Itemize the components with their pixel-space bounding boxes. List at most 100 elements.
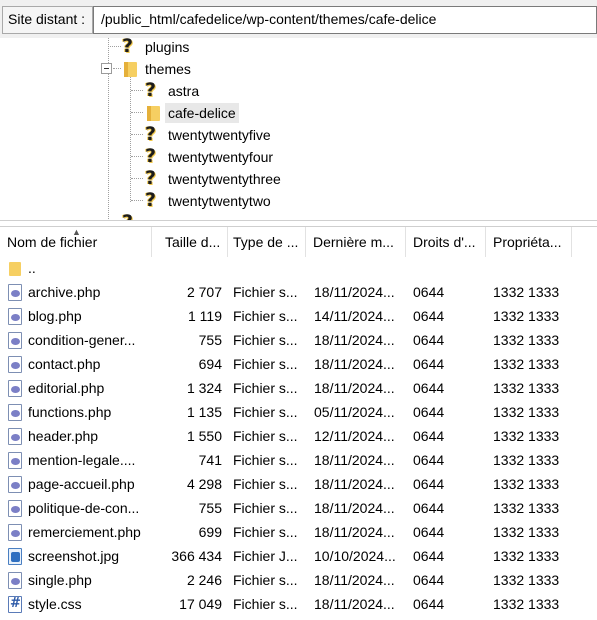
- file-permissions: 0644: [413, 404, 445, 420]
- remote-path-input[interactable]: /public_html/cafedelice/wp-content/theme…: [93, 6, 597, 34]
- file-permissions: 0644: [413, 572, 445, 588]
- tree-guide-line: [131, 200, 143, 201]
- column-header-size[interactable]: Taille d...: [158, 227, 228, 257]
- file-type: Fichier s...: [233, 428, 298, 444]
- file-owner: 1332 1333: [493, 452, 560, 468]
- file-row[interactable]: editorial.php 1 324 Fichier s... 18/11/2024…: [0, 376, 597, 400]
- column-header-label: Dernière m...: [313, 234, 394, 250]
- file-owner: 1332 1333: [493, 500, 560, 516]
- question-folder-icon: ?: [145, 79, 157, 101]
- remote-site-label: Site distant :: [2, 6, 93, 34]
- file-row[interactable]: contact.php 694 Fichier s... 18/11/2024... 0…: [0, 352, 597, 376]
- collapse-toggle-icon[interactable]: [101, 63, 112, 74]
- remote-site-bar: Site distant : /public_html/cafedelice/w…: [0, 0, 597, 38]
- column-header-modified[interactable]: Dernière m...: [306, 227, 406, 257]
- file-modified: 18/11/2024...: [314, 356, 395, 372]
- column-header-label: Droits d'...: [413, 234, 476, 250]
- tree-item-label: astra: [168, 83, 200, 99]
- file-name: blog.php: [28, 308, 82, 324]
- file-modified: 18/11/2024...: [314, 380, 395, 396]
- file-permissions: 0644: [413, 284, 445, 300]
- parent-folder-icon: [8, 260, 22, 277]
- question-folder-icon: ?: [145, 145, 157, 167]
- file-owner: 1332 1333: [493, 476, 560, 492]
- file-modified: 18/11/2024...: [314, 476, 395, 492]
- column-header-owner[interactable]: Propriéta...: [486, 227, 572, 257]
- file-row[interactable]: mention-legale.... 741 Fichier s... 18/11/2…: [0, 448, 597, 472]
- tree-guide-line: [131, 156, 143, 157]
- file-size: 366 434: [171, 548, 222, 564]
- tree-item-label: twentytwentyfour: [168, 149, 274, 165]
- file-permissions: 0644: [413, 380, 445, 396]
- php-file-icon: [8, 428, 22, 445]
- tree-item-label: cafe-delice: [165, 103, 239, 123]
- file-permissions: 0644: [413, 428, 445, 444]
- file-permissions: 0644: [413, 332, 445, 348]
- parent-directory-row[interactable]: ..: [0, 256, 597, 280]
- php-file-icon: [8, 332, 22, 349]
- tree-item-label: plugins: [145, 39, 190, 55]
- file-size: 1 324: [186, 380, 222, 396]
- file-modified: 18/11/2024...: [314, 572, 395, 588]
- file-permissions: 0644: [413, 356, 445, 372]
- php-file-icon: [8, 524, 22, 541]
- file-type: Fichier s...: [233, 596, 298, 612]
- php-file-icon: [8, 356, 22, 373]
- question-folder-icon: ?: [145, 123, 157, 145]
- file-row[interactable]: page-accueil.php 4 298 Fichier s... 18/11/2…: [0, 472, 597, 496]
- file-type: Fichier s...: [233, 404, 298, 420]
- column-header-permissions[interactable]: Droits d'...: [406, 227, 486, 257]
- file-type: Fichier J...: [233, 548, 298, 564]
- file-row[interactable]: screenshot.jpg 366 434 Fichier J... 10/10/2…: [0, 544, 597, 568]
- file-modified: 18/11/2024...: [314, 524, 395, 540]
- php-file-icon: [8, 284, 22, 301]
- php-file-icon: [8, 308, 22, 325]
- file-size: 2 246: [186, 572, 222, 588]
- file-row[interactable]: remerciement.php 699 Fichier s... 18/11/202…: [0, 520, 597, 544]
- remote-file-list: ▲ Nom de fichier Taille d... Type de ...…: [0, 226, 597, 620]
- file-owner: 1332 1333: [493, 596, 560, 612]
- file-size: 699: [198, 524, 222, 540]
- file-name: single.php: [28, 572, 92, 588]
- column-header-filename[interactable]: ▲ Nom de fichier: [0, 227, 152, 257]
- tree-guide-line: [130, 76, 131, 202]
- file-row[interactable]: functions.php 1 135 Fichier s... 05/11/2024…: [0, 400, 597, 424]
- file-size: 17 049: [179, 596, 222, 612]
- file-row[interactable]: style.css 17 049 Fichier s... 18/11/2024...…: [0, 592, 597, 616]
- php-file-icon: [8, 380, 22, 397]
- file-name: remerciement.php: [28, 524, 141, 540]
- file-owner: 1332 1333: [493, 380, 560, 396]
- file-owner: 1332 1333: [493, 524, 560, 540]
- css-file-icon: [8, 596, 22, 613]
- jpg-file-icon: [8, 548, 22, 565]
- file-permissions: 0644: [413, 476, 445, 492]
- file-owner: 1332 1333: [493, 548, 560, 564]
- file-modified: 14/11/2024...: [314, 308, 395, 324]
- file-row[interactable]: blog.php 1 119 Fichier s... 14/11/2024... 06…: [0, 304, 597, 328]
- question-folder-icon: ?: [145, 167, 157, 189]
- file-row[interactable]: archive.php 2 707 Fichier s... 18/11/2024..…: [0, 280, 597, 304]
- tree-guide-line: [113, 68, 121, 69]
- file-owner: 1332 1333: [493, 356, 560, 372]
- file-modified: 18/11/2024...: [314, 284, 395, 300]
- file-permissions: 0644: [413, 500, 445, 516]
- tree-guide-line: [131, 134, 143, 135]
- file-row[interactable]: header.php 1 550 Fichier s... 12/11/2024...…: [0, 424, 597, 448]
- tree-guide-line: [131, 90, 143, 91]
- file-type: Fichier s...: [233, 284, 298, 300]
- file-modified: 18/11/2024...: [314, 596, 395, 612]
- column-header-type[interactable]: Type de ...: [226, 227, 306, 257]
- file-type: Fichier s...: [233, 380, 298, 396]
- file-owner: 1332 1333: [493, 428, 560, 444]
- question-folder-icon: ?: [121, 211, 139, 220]
- file-row[interactable]: condition-gener... 755 Fichier s... 18/11/2…: [0, 328, 597, 352]
- file-name: editorial.php: [28, 380, 105, 396]
- file-size: 1 550: [186, 428, 222, 444]
- file-type: Fichier s...: [233, 476, 298, 492]
- file-row[interactable]: single.php 2 246 Fichier s... 18/11/2024...…: [0, 568, 597, 592]
- php-file-icon: [8, 476, 22, 493]
- file-type: Fichier s...: [233, 500, 298, 516]
- file-row[interactable]: politique-de-con... 755 Fichier s... 18/11/…: [0, 496, 597, 520]
- tree-item-label: twentytwentytwo: [168, 193, 271, 209]
- tree-item-label: twentytwentyfive: [168, 127, 271, 143]
